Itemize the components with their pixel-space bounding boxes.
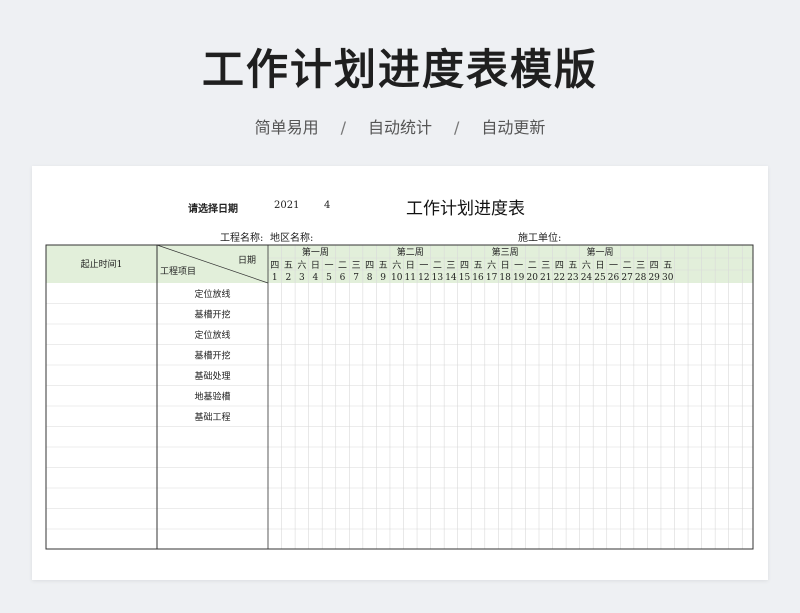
day-number: 29 — [648, 273, 660, 283]
day-number: 28 — [635, 273, 647, 283]
task-label: 基槽开挖 — [194, 350, 230, 362]
week-label: 第三周 — [492, 246, 519, 258]
subtitle-separator: / — [454, 118, 460, 137]
day-number: 4 — [313, 273, 319, 283]
day-number: 2 — [285, 273, 291, 283]
day-number: 25 — [594, 273, 606, 283]
weekday-label: 二 — [338, 261, 347, 271]
weekday-label: 三 — [541, 261, 550, 271]
weekday-label: 二 — [528, 261, 537, 271]
day-number: 18 — [499, 273, 511, 283]
day-number: 14 — [445, 273, 457, 283]
weekday-label: 四 — [365, 261, 374, 271]
task-label: 基础工程 — [194, 411, 230, 423]
day-number: 13 — [432, 273, 444, 283]
weekday-label: 五 — [284, 261, 293, 271]
weekday-label: 五 — [663, 261, 672, 271]
day-number: 12 — [418, 273, 429, 283]
weekday-label: 一 — [324, 261, 333, 271]
task-label: 定位放线 — [194, 329, 230, 341]
weekday-label: 二 — [433, 261, 442, 271]
day-number: 17 — [486, 273, 498, 283]
subtitle-item: 简单易用 — [254, 118, 319, 137]
weekday-label: 六 — [487, 259, 496, 271]
page-title: 工作计划进度表模版 — [201, 45, 598, 94]
weekday-label: 三 — [636, 261, 645, 271]
weekday-label: 一 — [419, 261, 428, 271]
task-label: 地基验槽 — [194, 391, 230, 403]
weekday-label: 日 — [501, 260, 510, 271]
weekday-label: 四 — [270, 261, 279, 271]
weekday-label: 二 — [623, 261, 632, 271]
weekday-label: 日 — [311, 260, 320, 271]
project-axis-label: 工程项目 — [160, 266, 196, 277]
weekday-label: 三 — [446, 261, 455, 271]
time-column-header: 起止时间1 — [81, 258, 123, 270]
week-label: 第一周 — [302, 246, 329, 258]
weekday-label: 四 — [555, 261, 564, 271]
day-number: 8 — [367, 273, 373, 283]
spreadsheet: 请选择日期 2021 4 工作计划进度表 工程名称: 地区名称: 施工单位: 起… — [32, 166, 768, 580]
subtitle-item: 自动更新 — [481, 118, 546, 137]
weekday-label: 一 — [514, 261, 523, 271]
day-number: 3 — [299, 273, 305, 283]
weekday-label: 日 — [595, 260, 604, 271]
weekday-label: 日 — [406, 260, 415, 271]
day-number: 16 — [472, 273, 484, 283]
subtitle-item: 自动统计 — [367, 118, 432, 137]
day-number: 10 — [391, 273, 403, 283]
subtitle-separator: / — [340, 118, 346, 137]
weekday-label: 六 — [297, 259, 306, 271]
day-number: 19 — [513, 273, 525, 283]
weekday-label: 五 — [568, 261, 577, 271]
day-number: 5 — [326, 273, 332, 283]
table-border — [45, 244, 754, 550]
weekday-label: 六 — [582, 259, 591, 271]
weekday-label: 一 — [609, 261, 618, 271]
week-label: 第二周 — [397, 246, 424, 258]
day-number: 15 — [459, 273, 471, 283]
date-axis-label: 日期 — [238, 255, 256, 266]
day-number: 23 — [567, 273, 579, 283]
day-number: 21 — [540, 273, 551, 283]
subtitle: 简单易用 / 自动统计 / 自动更新 — [0, 114, 800, 138]
task-label: 基槽开挖 — [194, 309, 230, 321]
week-label: 第一周 — [586, 246, 613, 258]
day-number: 20 — [526, 273, 538, 283]
weekday-label: 五 — [474, 261, 483, 271]
weekday-label: 五 — [379, 261, 388, 271]
day-number: 30 — [662, 273, 674, 283]
schedule-grid[interactable]: 起止时间1 日期工程项目第一周 第二周 第三周 第一周四1五2六3日4一5二6三7四8五… — [32, 166, 768, 580]
weekday-label: 四 — [460, 261, 469, 271]
weekday-label: 三 — [352, 261, 361, 271]
day-number: 6 — [340, 273, 346, 283]
day-number: 22 — [554, 273, 565, 283]
day-number: 24 — [581, 273, 593, 283]
day-number: 9 — [380, 273, 386, 283]
task-label: 基础处理 — [194, 370, 230, 382]
day-number: 11 — [405, 273, 416, 283]
task-label: 定位放线 — [194, 288, 230, 300]
weekday-label: 六 — [392, 259, 401, 271]
day-number: 27 — [621, 273, 633, 283]
weekday-label: 四 — [650, 261, 659, 271]
day-number: 26 — [608, 273, 620, 283]
day-number: 7 — [353, 273, 359, 283]
day-number: 1 — [272, 273, 278, 283]
